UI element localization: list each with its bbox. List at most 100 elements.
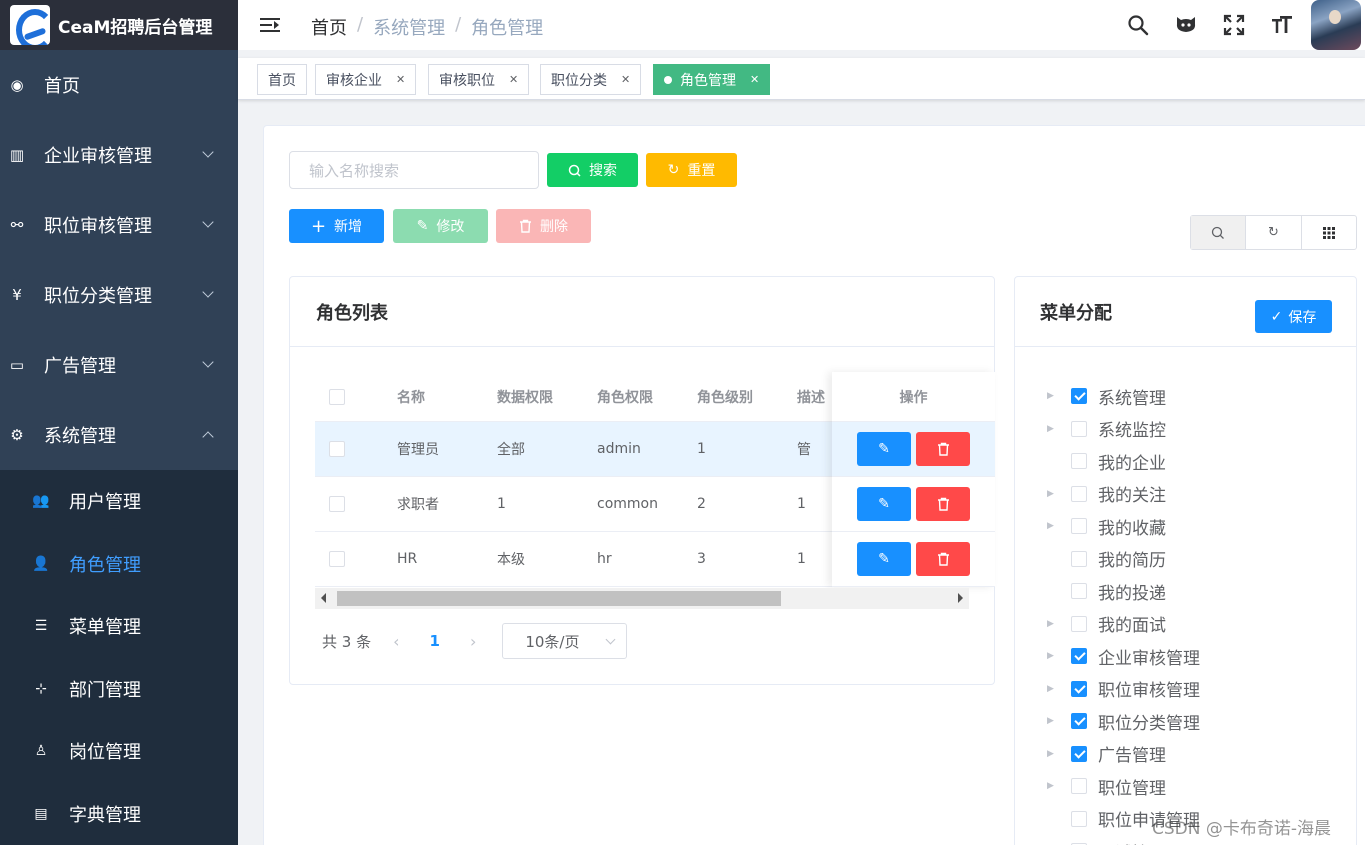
scrollbar-thumb[interactable] <box>337 591 781 606</box>
row-delete-button[interactable] <box>916 542 970 576</box>
tree-checkbox[interactable] <box>1071 713 1087 730</box>
horizontal-scrollbar[interactable] <box>315 588 969 609</box>
caret-right-icon[interactable]: ▶ <box>1047 619 1059 629</box>
sidebar-item-label: 岗位管理 <box>69 742 141 764</box>
tree-checkbox[interactable] <box>1071 745 1087 762</box>
caret-right-icon[interactable]: ▶ <box>1047 489 1059 499</box>
cell-permission: admin <box>597 441 641 457</box>
close-icon[interactable]: ✕ <box>396 73 405 86</box>
caret-right-icon[interactable]: ▶ <box>1047 424 1059 434</box>
github-icon[interactable] <box>1162 0 1210 50</box>
delete-button[interactable]: 删除 <box>496 209 591 243</box>
sidebar-item-posts[interactable]: ♙ 岗位管理 <box>0 720 238 783</box>
caret-right-icon[interactable]: ▶ <box>1047 391 1059 401</box>
page-size-select[interactable]: 10条/页 <box>502 623 628 659</box>
tree-checkbox[interactable] <box>1071 485 1087 502</box>
prev-page-icon[interactable]: ‹ <box>393 632 399 651</box>
sidebar-item-system[interactable]: ⚙ 系统管理 <box>0 400 238 470</box>
refresh-button[interactable]: ↻ <box>1246 216 1302 249</box>
tag-job-category[interactable]: 职位分类 ✕ <box>540 64 642 95</box>
caret-right-icon[interactable]: ▶ <box>1047 781 1059 791</box>
tree-node[interactable]: ▶ 系统管理 <box>1047 380 1200 413</box>
font-size-icon[interactable] <box>1258 0 1306 50</box>
tree-node[interactable]: ▶ 我的关注 <box>1047 478 1200 511</box>
row-edit-button[interactable]: ✎ <box>857 432 911 466</box>
sidebar-item-job-category[interactable]: ¥ 职位分类管理 <box>0 260 238 330</box>
avatar[interactable] <box>1311 0 1361 50</box>
tree-node[interactable]: ▶ 广告管理 <box>1047 738 1200 771</box>
logo[interactable]: CeaM招聘后台管理 <box>0 0 238 50</box>
next-page-icon[interactable]: › <box>470 632 476 651</box>
tree-node[interactable]: 我的简历 <box>1047 543 1200 576</box>
toggle-search-button[interactable] <box>1191 216 1247 249</box>
tree-checkbox[interactable] <box>1071 810 1087 827</box>
tree-checkbox[interactable] <box>1071 550 1087 567</box>
tree-node[interactable]: ▶ 职位审核管理 <box>1047 673 1200 706</box>
breadcrumb-home[interactable]: 首页 <box>311 14 347 40</box>
row-delete-button[interactable] <box>916 432 970 466</box>
search-input[interactable]: 输入名称搜索 <box>289 151 539 189</box>
search-icon[interactable] <box>1114 0 1162 50</box>
tree-checkbox[interactable] <box>1071 583 1087 600</box>
tree-checkbox[interactable] <box>1071 648 1087 665</box>
sidebar-item-roles[interactable]: 👤 角色管理 <box>0 533 238 596</box>
scroll-right-icon[interactable] <box>958 593 963 603</box>
tag-job-review[interactable]: 审核职位 ✕ <box>428 64 530 95</box>
row-checkbox[interactable] <box>329 441 345 457</box>
sidebar-item-dictionary[interactable]: ▤ 字典管理 <box>0 783 238 845</box>
breadcrumb-separator: / <box>455 14 462 35</box>
sidebar-item-users[interactable]: 👥 用户管理 <box>0 470 238 533</box>
columns-button[interactable] <box>1302 216 1356 249</box>
row-actions: ✎ <box>832 532 995 587</box>
row-edit-button[interactable]: ✎ <box>857 542 911 576</box>
fullscreen-icon[interactable] <box>1210 0 1258 50</box>
caret-right-icon[interactable]: ▶ <box>1047 651 1059 661</box>
close-icon[interactable]: ✕ <box>621 73 630 86</box>
row-delete-button[interactable] <box>916 487 970 521</box>
row-edit-button[interactable]: ✎ <box>857 487 911 521</box>
close-icon[interactable]: ✕ <box>509 73 518 86</box>
tree-checkbox[interactable] <box>1071 420 1087 437</box>
tree-node[interactable]: ▶ 我的面试 <box>1047 608 1200 641</box>
tree-checkbox[interactable] <box>1071 518 1087 535</box>
card-icon: ▭ <box>9 356 25 374</box>
sidebar-item-departments[interactable]: ⊹ 部门管理 <box>0 658 238 721</box>
page-number[interactable]: 1 <box>430 632 440 650</box>
caret-right-icon[interactable]: ▶ <box>1047 684 1059 694</box>
tag-home[interactable]: 首页 <box>257 64 307 95</box>
save-button[interactable]: ✓ 保存 <box>1255 300 1332 333</box>
caret-right-icon[interactable]: ▶ <box>1047 749 1059 759</box>
row-checkbox[interactable] <box>329 496 345 512</box>
caret-right-icon[interactable]: ▶ <box>1047 521 1059 531</box>
chevron-down-icon <box>202 286 214 298</box>
sidebar-item-company-review[interactable]: ▥ 企业审核管理 <box>0 120 238 190</box>
tree-node[interactable]: ▶ 我的收藏 <box>1047 510 1200 543</box>
edit-button[interactable]: ✎ 修改 <box>393 209 488 243</box>
reset-button[interactable]: ↻ 重置 <box>646 153 737 187</box>
hamburger-icon[interactable] <box>260 16 280 34</box>
row-checkbox[interactable] <box>329 551 345 567</box>
sidebar-item-menus[interactable]: ☰ 菜单管理 <box>0 595 238 658</box>
sidebar-item-home[interactable]: ◉ 首页 <box>0 50 238 120</box>
tree-node[interactable]: 我的投递 <box>1047 575 1200 608</box>
sidebar-item-ads[interactable]: ▭ 广告管理 <box>0 330 238 400</box>
close-icon[interactable]: ✕ <box>750 73 759 86</box>
tree-checkbox[interactable] <box>1071 388 1087 405</box>
tree-node[interactable]: ▶ 企业审核管理 <box>1047 640 1200 673</box>
caret-right-icon[interactable]: ▶ <box>1047 716 1059 726</box>
add-button[interactable]: + 新增 <box>289 209 384 243</box>
tree-checkbox[interactable] <box>1071 680 1087 697</box>
tree-checkbox[interactable] <box>1071 778 1087 795</box>
sidebar-item-job-review[interactable]: ⚯ 职位审核管理 <box>0 190 238 260</box>
tree-node[interactable]: ▶ 职位管理 <box>1047 770 1200 803</box>
tree-node[interactable]: ▶ 职位分类管理 <box>1047 705 1200 738</box>
tree-checkbox[interactable] <box>1071 615 1087 632</box>
scroll-left-icon[interactable] <box>321 593 326 603</box>
tag-company-review[interactable]: 审核企业 ✕ <box>315 64 417 95</box>
tree-checkbox[interactable] <box>1071 453 1087 470</box>
search-button[interactable]: 搜索 <box>547 153 638 187</box>
select-all-checkbox[interactable] <box>329 388 345 405</box>
tag-roles[interactable]: 角色管理 ✕ <box>653 64 771 95</box>
tree-node[interactable]: ▶ 系统监控 <box>1047 413 1200 446</box>
tree-node[interactable]: 我的企业 <box>1047 445 1200 478</box>
